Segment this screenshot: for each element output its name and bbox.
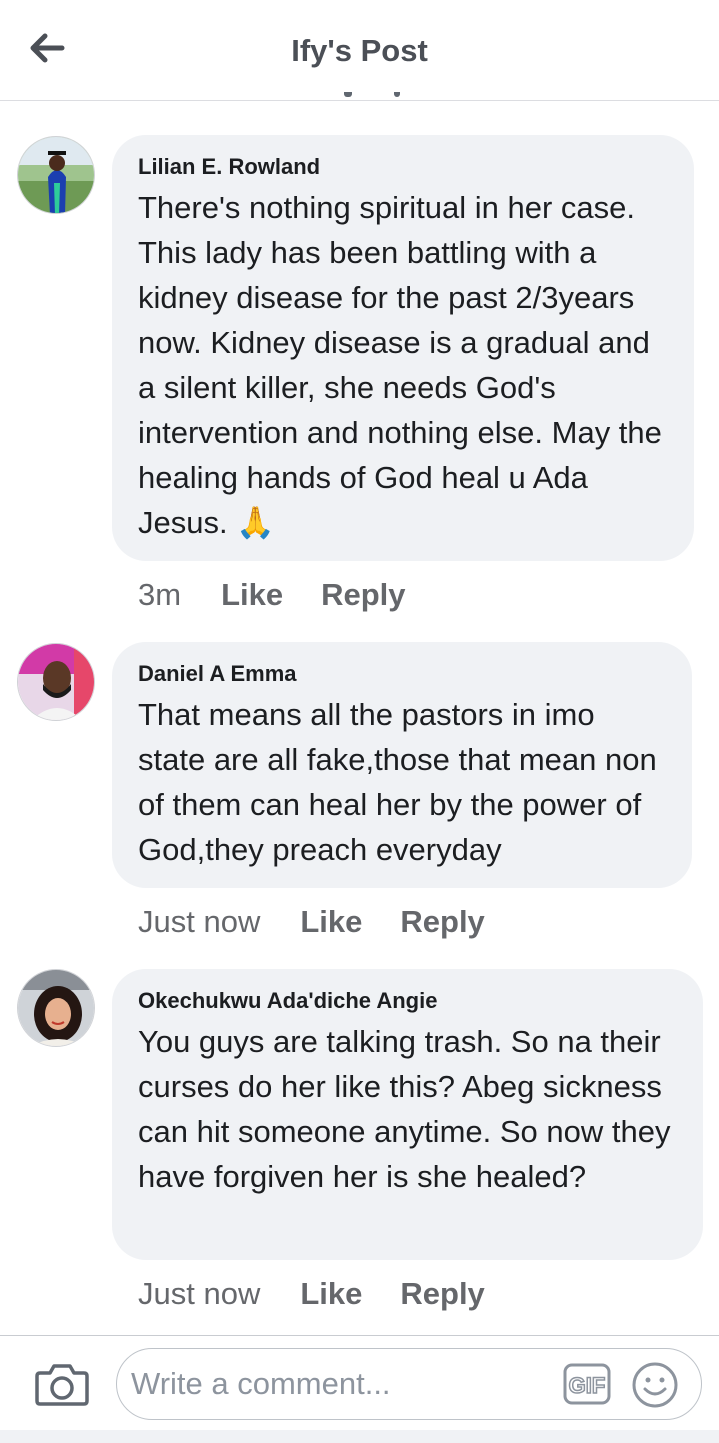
page-title: Ify's Post xyxy=(291,33,428,68)
gif-button[interactable]: GIF xyxy=(563,1363,611,1405)
comment-bubble: Lilian E. Rowland There's nothing spirit… xyxy=(112,135,694,561)
reply-button[interactable]: Reply xyxy=(400,1276,484,1312)
comment-time: 3m xyxy=(138,577,182,612)
comment-bubble: Okechukwu Ada'diche Angie You guys are t… xyxy=(112,969,703,1260)
comment-author[interactable]: Lilian E. Rowland xyxy=(138,153,668,181)
scrolled-content-edge xyxy=(344,92,414,108)
avatar[interactable] xyxy=(17,643,95,721)
comment-text: That means all the pastors in imo state … xyxy=(138,697,657,867)
comment-text: There's nothing spiritual in her case. T… xyxy=(138,190,662,540)
app-header: Ify's Post xyxy=(0,0,719,101)
smiley-icon xyxy=(632,1362,678,1408)
like-button[interactable]: Like xyxy=(300,1276,362,1312)
comment-bubble: Daniel A Emma That means all the pastors… xyxy=(112,642,692,888)
camera-button[interactable] xyxy=(34,1361,90,1407)
comment-actions: 3m Like Reply xyxy=(138,577,444,613)
comment-author[interactable]: Daniel A Emma xyxy=(138,660,666,688)
comment-input-container: GIF xyxy=(116,1348,702,1420)
avatar[interactable] xyxy=(17,136,95,214)
comment-actions: Just now Like Reply xyxy=(138,904,523,940)
like-button[interactable]: Like xyxy=(221,577,283,613)
reply-button[interactable]: Reply xyxy=(400,904,484,940)
comment-author[interactable]: Okechukwu Ada'diche Angie xyxy=(138,987,677,1015)
comment-input[interactable] xyxy=(131,1361,551,1407)
bottom-bar xyxy=(0,1430,719,1443)
comment-time: Just now xyxy=(138,904,261,939)
comment-actions: Just now Like Reply xyxy=(138,1276,523,1312)
comment-composer: GIF xyxy=(0,1335,719,1430)
comment-time: Just now xyxy=(138,1276,261,1311)
like-button[interactable]: Like xyxy=(300,904,362,940)
gif-icon: GIF xyxy=(563,1363,611,1405)
svg-text:GIF: GIF xyxy=(569,1373,606,1398)
comment-text: You guys are talking trash. So na their … xyxy=(138,1024,671,1194)
camera-icon xyxy=(35,1364,89,1406)
reply-button[interactable]: Reply xyxy=(321,577,405,613)
avatar[interactable] xyxy=(17,969,95,1047)
emoji-button[interactable] xyxy=(631,1361,679,1409)
